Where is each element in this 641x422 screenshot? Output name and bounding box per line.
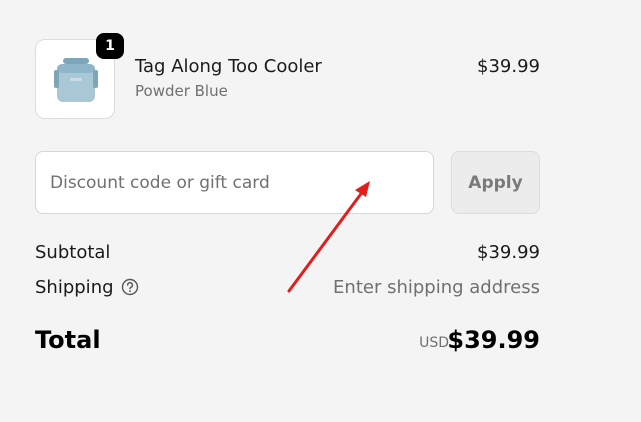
shipping-row: Shipping Enter shipping address <box>35 277 540 303</box>
discount-code-input[interactable] <box>35 151 434 214</box>
cooler-product-image <box>54 58 98 102</box>
apply-discount-button[interactable]: Apply <box>451 151 540 214</box>
quantity-badge: 1 <box>96 33 124 59</box>
product-price: $39.99 <box>477 56 540 77</box>
product-variant: Powder Blue <box>135 82 228 100</box>
question-circle-icon[interactable] <box>121 278 139 300</box>
subtotal-label: Subtotal <box>35 242 111 263</box>
currency-code: USD <box>419 335 449 351</box>
total-label: Total <box>35 326 101 354</box>
subtotal-row: Subtotal $39.99 <box>35 242 540 268</box>
shipping-label: Shipping <box>35 277 114 298</box>
total-amount: $39.99 <box>447 326 540 354</box>
subtotal-value: $39.99 <box>477 242 540 263</box>
shipping-value: Enter shipping address <box>333 277 540 298</box>
product-name: Tag Along Too Cooler <box>135 56 322 77</box>
order-line-item: 1 Tag Along Too Cooler Powder Blue $39.9… <box>35 33 540 120</box>
